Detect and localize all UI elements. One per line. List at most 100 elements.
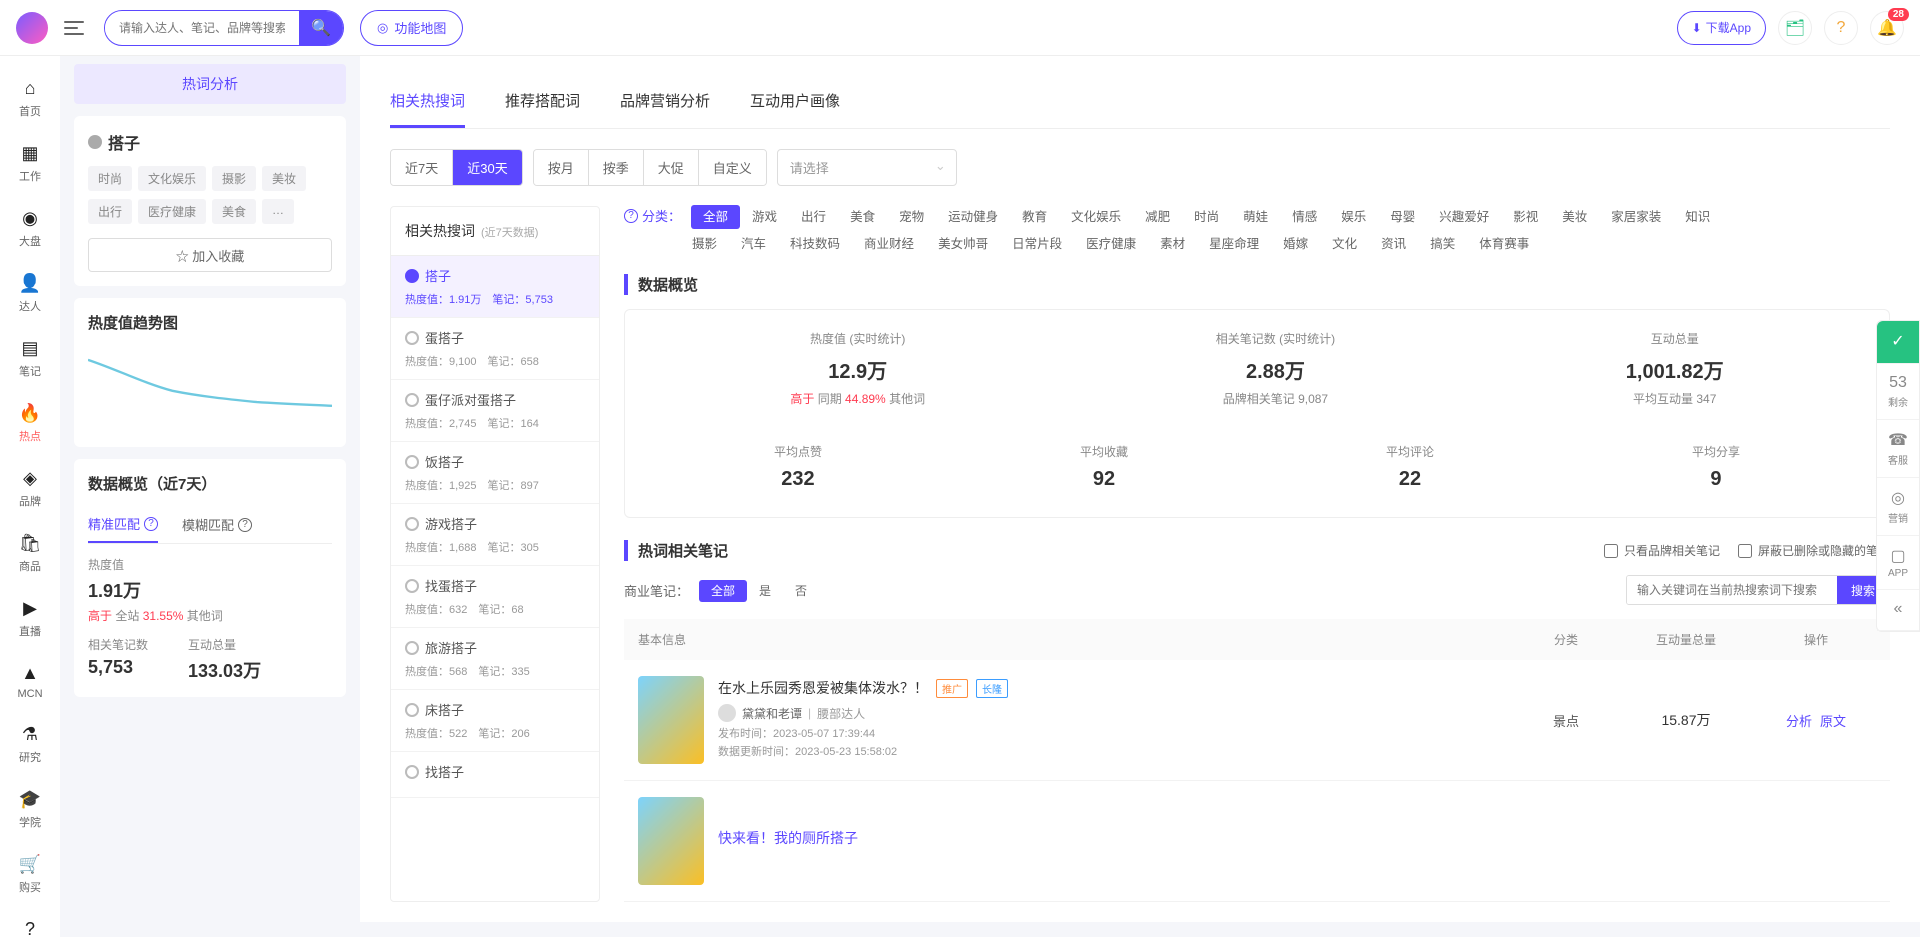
nav-item-达人[interactable]: 👤达人 [0, 261, 60, 326]
main-tab-1[interactable]: 推荐搭配词 [505, 76, 580, 128]
main-tab-2[interactable]: 品牌营销分析 [620, 76, 710, 128]
hot-item[interactable]: 旅游搭子热度值：568 笔记：335 [391, 628, 599, 690]
nav-item-学院[interactable]: 🎓学院 [0, 777, 60, 842]
cat-婚嫁[interactable]: 婚嫁 [1271, 232, 1320, 256]
cat-美食[interactable]: 美食 [838, 205, 887, 229]
nav-item-大盘[interactable]: ◉大盘 [0, 196, 60, 261]
period-seg-自定义[interactable]: 自定义 [699, 150, 766, 185]
period-seg-按月[interactable]: 按月 [534, 150, 589, 185]
tag-文化娱乐[interactable]: 文化娱乐 [138, 166, 206, 191]
time-seg-近7天[interactable]: 近7天 [391, 150, 453, 185]
nav-item-MCN[interactable]: ▲MCN [0, 651, 60, 712]
filter-select[interactable]: 请选择 [777, 149, 957, 186]
notes-search-input[interactable] [1627, 576, 1837, 604]
note-op-分析[interactable]: 分析 [1786, 714, 1812, 729]
period-seg-按季[interactable]: 按季 [589, 150, 644, 185]
hot-item[interactable]: 饭搭子热度值：1,925 笔记：897 [391, 442, 599, 504]
dock-item-5[interactable]: « [1877, 590, 1919, 631]
cat-体育赛事[interactable]: 体育赛事 [1467, 232, 1541, 256]
dock-item-1[interactable]: 53剩余 [1877, 364, 1919, 420]
period-seg-大促[interactable]: 大促 [644, 150, 699, 185]
hot-item[interactable]: 蛋仔派对蛋搭子热度值：2,745 笔记：164 [391, 380, 599, 442]
dock-item-2[interactable]: ☎客服 [1877, 420, 1919, 478]
hot-item[interactable]: 找搭子 [391, 752, 599, 798]
nav-item-笔记[interactable]: ▤笔记 [0, 326, 60, 391]
cat-萌娃[interactable]: 萌娃 [1231, 205, 1280, 229]
cat-减肥[interactable]: 减肥 [1133, 205, 1182, 229]
tag-美妆[interactable]: 美妆 [262, 166, 306, 191]
note-title[interactable]: 快来看！我的厕所搭子 [718, 828, 858, 848]
nav-item-购买[interactable]: 🛒购买 [0, 842, 60, 907]
nav-item-商品[interactable]: 🛍商品 [0, 521, 60, 586]
dock-item-3[interactable]: ◎营销 [1877, 478, 1919, 536]
cat-宠物[interactable]: 宠物 [887, 205, 936, 229]
download-app-button[interactable]: ⬇下载App [1677, 11, 1766, 45]
cat-母婴[interactable]: 母婴 [1378, 205, 1427, 229]
function-map-button[interactable]: ◎功能地图 [360, 10, 463, 46]
search-button[interactable]: 🔍 [299, 11, 343, 45]
subtab-exact[interactable]: 精准匹配? [88, 506, 158, 543]
cat-素材[interactable]: 素材 [1148, 232, 1197, 256]
cat-日常片段[interactable]: 日常片段 [1000, 232, 1074, 256]
main-tab-0[interactable]: 相关热搜词 [390, 76, 465, 128]
tag-摄影[interactable]: 摄影 [212, 166, 256, 191]
cat-搞笑[interactable]: 搞笑 [1418, 232, 1467, 256]
sidebar-tab-hotword[interactable]: 热词分析 [74, 64, 346, 104]
help-button[interactable]: ? [1824, 11, 1858, 45]
cat-汽车[interactable]: 汽车 [729, 232, 778, 256]
subtab-fuzzy[interactable]: 模糊匹配? [182, 506, 252, 543]
time-seg-近30天[interactable]: 近30天 [453, 150, 521, 185]
cat-医疗健康[interactable]: 医疗健康 [1074, 232, 1148, 256]
note-thumbnail[interactable] [638, 676, 704, 764]
cat-娱乐[interactable]: 娱乐 [1329, 205, 1378, 229]
tag-时尚[interactable]: 时尚 [88, 166, 132, 191]
cat-美女帅哥[interactable]: 美女帅哥 [926, 232, 1000, 256]
notifications-button[interactable]: 🔔28 [1870, 11, 1904, 45]
tag-美食[interactable]: 美食 [212, 199, 256, 224]
nav-item-品牌[interactable]: ◈品牌 [0, 456, 60, 521]
hot-item[interactable]: 床搭子热度值：522 笔记：206 [391, 690, 599, 752]
dock-item-0[interactable]: ✓ [1877, 321, 1919, 364]
cat-出行[interactable]: 出行 [789, 205, 838, 229]
hot-item[interactable]: 游戏搭子热度值：1,688 笔记：305 [391, 504, 599, 566]
cat-科技数码[interactable]: 科技数码 [778, 232, 852, 256]
cat-游戏[interactable]: 游戏 [740, 205, 789, 229]
biz-opt-否[interactable]: 否 [783, 580, 819, 602]
nav-item-研究[interactable]: ⚗研究 [0, 712, 60, 777]
note-op-原文[interactable]: 原文 [1820, 714, 1846, 729]
note-title[interactable]: 在水上乐园秀恩爱被集体泼水？！ [718, 678, 928, 698]
tag-医疗健康[interactable]: 医疗健康 [138, 199, 206, 224]
cat-影视[interactable]: 影视 [1501, 205, 1550, 229]
tag-…[interactable]: … [262, 199, 294, 224]
cat-教育[interactable]: 教育 [1010, 205, 1059, 229]
tag-出行[interactable]: 出行 [88, 199, 132, 224]
wallet-button[interactable]: 🗂 [1778, 11, 1812, 45]
hot-item[interactable]: 蛋搭子热度值：9,100 笔记：658 [391, 318, 599, 380]
hot-item[interactable]: 找蛋搭子热度值：632 笔记：68 [391, 566, 599, 628]
cat-知识[interactable]: 知识 [1673, 205, 1722, 229]
nav-item-工作[interactable]: ▦工作 [0, 131, 60, 196]
cat-全部[interactable]: 全部 [691, 205, 740, 229]
cat-文化娱乐[interactable]: 文化娱乐 [1059, 205, 1133, 229]
cat-美妆[interactable]: 美妆 [1550, 205, 1599, 229]
hot-item[interactable]: 搭子热度值：1.91万 笔记：5,753 [391, 256, 599, 318]
nav-item-帮助[interactable]: ?帮助 [0, 907, 60, 937]
menu-toggle-icon[interactable] [64, 16, 88, 40]
nav-item-首页[interactable]: ⌂首页 [0, 66, 60, 131]
cat-情感[interactable]: 情感 [1280, 205, 1329, 229]
cat-兴趣爱好[interactable]: 兴趣爱好 [1427, 205, 1501, 229]
cat-运动健身[interactable]: 运动健身 [936, 205, 1010, 229]
main-tab-3[interactable]: 互动用户画像 [750, 76, 840, 128]
biz-opt-是[interactable]: 是 [747, 580, 783, 602]
cat-时尚[interactable]: 时尚 [1182, 205, 1231, 229]
biz-opt-全部[interactable]: 全部 [699, 580, 747, 602]
cat-摄影[interactable]: 摄影 [680, 232, 729, 256]
cat-文化[interactable]: 文化 [1320, 232, 1369, 256]
favorite-button[interactable]: ☆ 加入收藏 [88, 238, 332, 272]
note-thumbnail[interactable] [638, 797, 704, 885]
cat-星座命理[interactable]: 星座命理 [1197, 232, 1271, 256]
checkbox-brand-only[interactable]: 只看品牌相关笔记 [1604, 542, 1720, 559]
search-input[interactable] [105, 21, 299, 35]
cat-资讯[interactable]: 资讯 [1369, 232, 1418, 256]
dock-item-4[interactable]: ▢APP [1877, 536, 1919, 590]
